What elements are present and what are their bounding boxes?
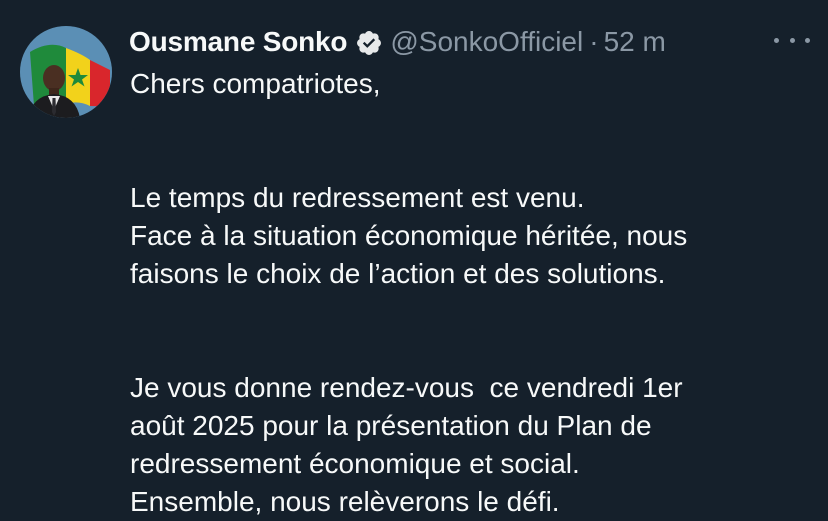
tweet-header: Ousmane Sonko @SonkoOfficiel · 52 m — [129, 22, 666, 62]
tweet-line: Face à la situation économique héritée, … — [130, 220, 688, 251]
tweet-line: Le temps du redressement est venu. — [130, 182, 585, 213]
separator-dot: · — [589, 26, 599, 57]
tweet-line: faisons le choix de l’action et des solu… — [130, 258, 666, 289]
avatar-image — [20, 26, 112, 118]
tweet-line: Chers compatriotes, — [130, 68, 381, 99]
avatar[interactable] — [20, 26, 112, 118]
verified-badge-icon — [355, 28, 383, 56]
tweet-line: redressement économique et social. — [130, 448, 580, 479]
author-handle[interactable]: @SonkoOfficiel — [390, 22, 583, 62]
tweet-line: Ensemble, nous relèverons le défi. — [130, 486, 560, 517]
tweet-line: août 2025 pour la présentation du Plan d… — [130, 410, 652, 441]
author-name[interactable]: Ousmane Sonko — [129, 22, 348, 62]
more-horizontal-icon[interactable] — [774, 26, 810, 54]
timestamp[interactable]: 52 m — [604, 22, 666, 62]
tweet[interactable]: Ousmane Sonko @SonkoOfficiel · 52 m Cher… — [0, 0, 828, 517]
tweet-line: Je vous donne rendez-vous ce vendredi 1e… — [130, 372, 683, 403]
tweet-text: Chers compatriotes, Le temps du redresse… — [130, 65, 810, 521]
